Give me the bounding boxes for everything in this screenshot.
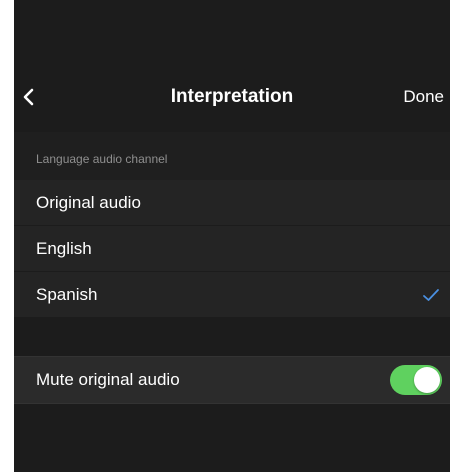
checkmark-icon [422,288,440,302]
channel-option-label: English [36,238,92,258]
toggle-knob [414,367,440,393]
interpretation-screen: Interpretation Done Language audio chann… [14,0,450,472]
back-button[interactable] [22,77,62,117]
channel-option-spanish[interactable]: Spanish [14,272,450,318]
page-title: Interpretation [170,86,294,107]
section-label: Language audio channel [36,152,168,166]
navigation-bar: Interpretation Done [14,72,450,122]
mute-original-audio-label: Mute original audio [36,370,180,389]
mute-original-audio-toggle[interactable] [390,365,442,395]
channel-option-label: Spanish [36,284,98,304]
mute-original-audio-row: Mute original audio [14,356,450,404]
chevron-left-icon [22,87,36,107]
channel-option-original-audio[interactable]: Original audio [14,180,450,226]
channel-option-label: Original audio [36,192,141,212]
channel-option-english[interactable]: English [14,226,450,272]
done-button[interactable]: Done [403,87,444,107]
language-channel-list: Original audio English Spanish [14,180,450,318]
